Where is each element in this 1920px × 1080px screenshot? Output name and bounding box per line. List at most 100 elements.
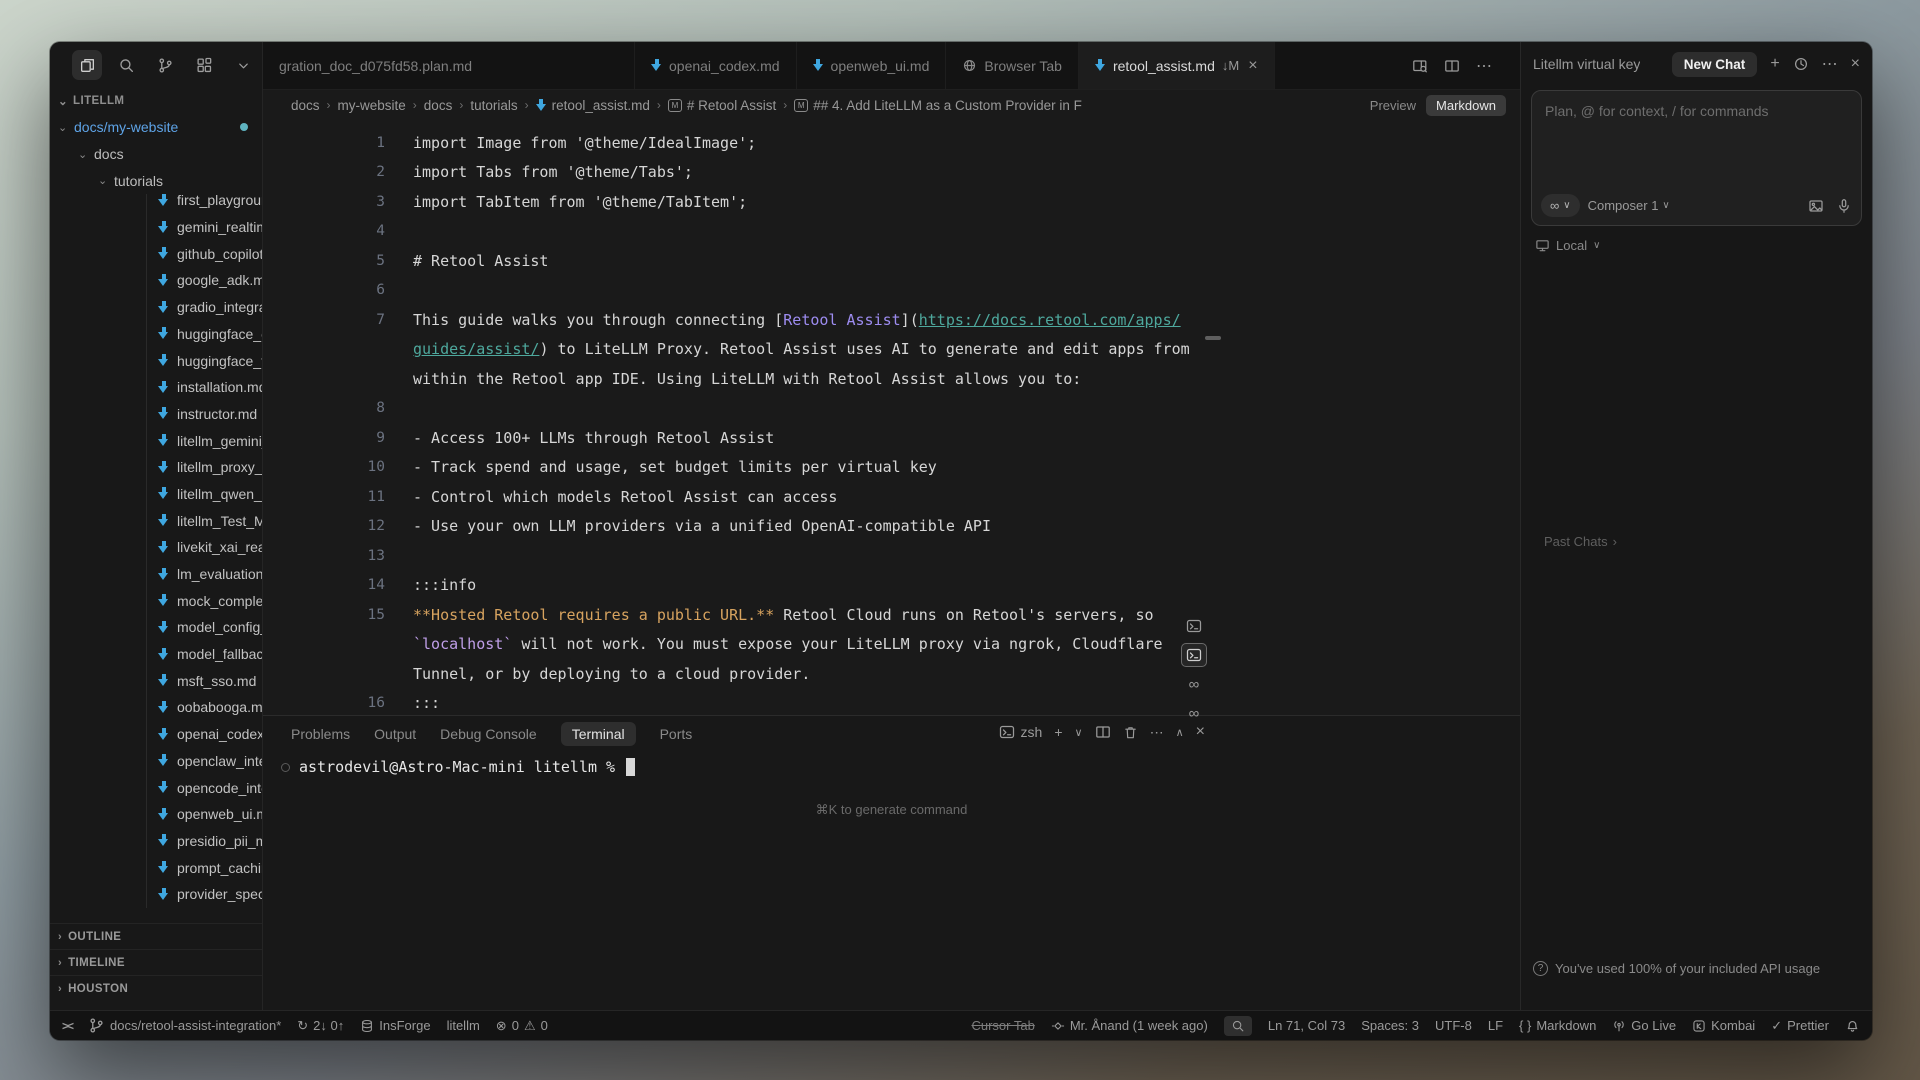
status-sync-changes[interactable]: ↻2↓ 0↑ (297, 1018, 344, 1034)
preview-button[interactable]: Preview (1370, 98, 1416, 113)
panel-tab-problems[interactable]: Problems (291, 726, 350, 742)
file-model_fallbacks.md[interactable]: model_fallbacks.md (50, 641, 262, 668)
tab-gration_doc_d075fd58.plan.md[interactable]: gration_doc_d075fd58.plan.md (263, 42, 635, 89)
markdown-button[interactable]: Markdown (1426, 95, 1506, 116)
status-insforge[interactable]: InsForge (360, 1018, 430, 1033)
breadcrumb-item[interactable]: tutorials (470, 98, 517, 113)
file-openweb_ui.md[interactable]: openweb_ui.md (50, 801, 262, 828)
split-terminal-icon[interactable] (1095, 724, 1111, 740)
file-first_playground.md[interactable]: first_playground.md (50, 194, 262, 214)
tab-retool_assist.md[interactable]: retool_assist.md↓M× (1079, 42, 1275, 89)
tab-openai_codex.md[interactable]: openai_codex.md (635, 42, 797, 89)
file-installation.md[interactable]: installation.md (50, 374, 262, 401)
environment-selector[interactable]: Local ∨ (1535, 238, 1858, 253)
history-icon[interactable] (1793, 56, 1809, 72)
folder-docs[interactable]: ⌄docs (50, 141, 262, 168)
tab-openweb_ui.md[interactable]: openweb_ui.md (797, 42, 947, 89)
info-circle-icon[interactable]: ? (1533, 961, 1548, 976)
sidebar-section-timeline[interactable]: ›TIMELINE (50, 949, 262, 975)
status-remote-indicator[interactable]: >< (62, 1019, 72, 1033)
status-go-live[interactable]: Go Live (1612, 1018, 1676, 1033)
status-litellm[interactable]: litellm (447, 1018, 480, 1033)
terminal-more-actions[interactable]: ⋯ (1150, 724, 1164, 741)
sidebar-section-outline[interactable]: ›OUTLINE (50, 923, 262, 949)
chat-more-icon[interactable]: ⋯ (1822, 54, 1838, 74)
project-header[interactable]: ⌄ LITELLM (50, 88, 262, 114)
past-chats-link[interactable]: Past Chats› (1544, 534, 1617, 549)
file-presidio_pii_masking.md[interactable]: presidio_pii_masking.md (50, 828, 262, 855)
code-editor[interactable]: 1import Image from '@theme/IdealImage';2… (263, 120, 1520, 715)
files-explorer-icon[interactable] (72, 50, 102, 80)
file-provider_specific_para...[interactable]: provider_specific_para... (50, 881, 262, 908)
chevron-down-icon[interactable] (228, 50, 258, 80)
file-model_config_proxy.md[interactable]: model_config_proxy.md (50, 614, 262, 641)
file-huggingface_tutorial.md[interactable]: huggingface_tutorial.md (50, 347, 262, 374)
status-cursor-position[interactable]: Ln 71, Col 73 (1268, 1018, 1345, 1033)
breadcrumb-item[interactable]: M## 4. Add LiteLLM as a Custom Provider … (794, 98, 1082, 113)
chat-title[interactable]: Litellm virtual key (1533, 56, 1640, 72)
file-gemini_realtime_with_a...[interactable]: gemini_realtime_with_a... (50, 214, 262, 241)
folder-docs/my-website[interactable]: ⌄docs/my-website (50, 114, 262, 141)
terminal-instance-icon[interactable] (1181, 643, 1207, 667)
terminal-content[interactable]: astrodevil@Astro-Mac-mini litellm % (263, 758, 1520, 776)
chat-input-box[interactable]: Plan, @ for context, / for commands ∞∨ C… (1531, 90, 1862, 226)
file-litellm_gemini_cli.md[interactable]: litellm_gemini_cli.md (50, 427, 262, 454)
file-openai_codex.md[interactable]: openai_codex.md (50, 721, 262, 748)
breadcrumb-item[interactable]: my-website (338, 98, 406, 113)
file-opencode_integration.md[interactable]: opencode_integration.md (50, 774, 262, 801)
status-encoding[interactable]: UTF-8 (1435, 1018, 1472, 1033)
status-kombai[interactable]: Kombai (1692, 1018, 1755, 1033)
file-github_copilot_integrati...[interactable]: github_copilot_integrati... (50, 240, 262, 267)
file-google_adk.md[interactable]: google_adk.md (50, 267, 262, 294)
panel-tab-debug-console[interactable]: Debug Console (440, 726, 537, 742)
status-cursor-tab[interactable]: Cursor Tab (971, 1018, 1034, 1033)
agent-terminal-icon[interactable]: ∞ (1181, 672, 1207, 696)
composer-selector[interactable]: Composer 1∨ (1588, 198, 1670, 213)
add-chat-icon[interactable]: + (1770, 55, 1779, 73)
status-problems[interactable]: ⊗0⚠0 (496, 1018, 548, 1034)
status-language-mode[interactable]: { }Markdown (1519, 1018, 1596, 1033)
status-prettier[interactable]: ✓Prettier (1771, 1018, 1829, 1034)
sidebar-section-houston[interactable]: ›HOUSTON (50, 975, 262, 1001)
status-git-blame[interactable]: Mr. Ånand (1 week ago) (1051, 1018, 1208, 1033)
terminal-shell-chip[interactable]: zsh (999, 724, 1043, 740)
breadcrumb-item[interactable]: docs (291, 98, 320, 113)
close-chat-icon[interactable]: × (1851, 55, 1860, 73)
status-search-toggle[interactable] (1224, 1016, 1252, 1036)
breadcrumb-item[interactable]: retool_assist.md (536, 98, 650, 113)
file-litellm_proxy_aporia.md[interactable]: litellm_proxy_aporia.md (50, 454, 262, 481)
file-gradio_integration.md[interactable]: gradio_integration.md (50, 294, 262, 321)
folder-tutorials[interactable]: ⌄tutorials (50, 167, 262, 194)
more-actions-icon[interactable]: ⋯ (1476, 56, 1492, 76)
panel-tab-output[interactable]: Output (374, 726, 416, 742)
open-preview-icon[interactable] (1412, 58, 1428, 74)
status-git-branch[interactable]: docs/retool-assist-integration* (88, 1017, 281, 1034)
voice-input-icon[interactable] (1836, 198, 1852, 214)
file-litellm_Test_Multiple_Pr...[interactable]: litellm_Test_Multiple_Pr... (50, 507, 262, 534)
new-terminal-button[interactable]: + (1054, 724, 1062, 740)
tab-Browser Tab[interactable]: Browser Tab (946, 42, 1079, 89)
file-livekit_xai_realtime.md[interactable]: livekit_xai_realtime.md (50, 534, 262, 561)
status-eol[interactable]: LF (1488, 1018, 1503, 1033)
source-control-icon[interactable] (150, 50, 180, 80)
terminal-profile-dropdown[interactable]: ∨ (1075, 726, 1083, 739)
file-oobabooga.md[interactable]: oobabooga.md (50, 694, 262, 721)
breadcrumb-item[interactable]: docs (424, 98, 453, 113)
file-msft_sso.md[interactable]: msft_sso.md (50, 667, 262, 694)
attach-image-icon[interactable] (1808, 198, 1824, 214)
file-litellm_qwen_code_cli.md[interactable]: litellm_qwen_code_cli.md (50, 481, 262, 508)
scrollbar-marker[interactable] (1205, 336, 1221, 340)
close-panel-icon[interactable]: × (1196, 723, 1205, 741)
search-icon[interactable] (111, 50, 141, 80)
new-chat-button[interactable]: New Chat (1672, 52, 1758, 77)
file-prompt_caching.md[interactable]: prompt_caching.md (50, 854, 262, 881)
breadcrumb-item[interactable]: M# Retool Assist (668, 98, 776, 113)
close-icon[interactable]: × (1248, 57, 1257, 75)
agent-mode-pill[interactable]: ∞∨ (1541, 194, 1580, 217)
maximize-panel-icon[interactable]: ∧ (1176, 726, 1184, 739)
file-mock_completion.md[interactable]: mock_completion.md (50, 587, 262, 614)
file-huggingface_codellama...[interactable]: huggingface_codellama... (50, 321, 262, 348)
agent-terminal-icon[interactable]: ∞ (1181, 701, 1207, 725)
kill-terminal-icon[interactable] (1123, 725, 1138, 740)
terminal-instance-icon[interactable] (1181, 614, 1207, 638)
